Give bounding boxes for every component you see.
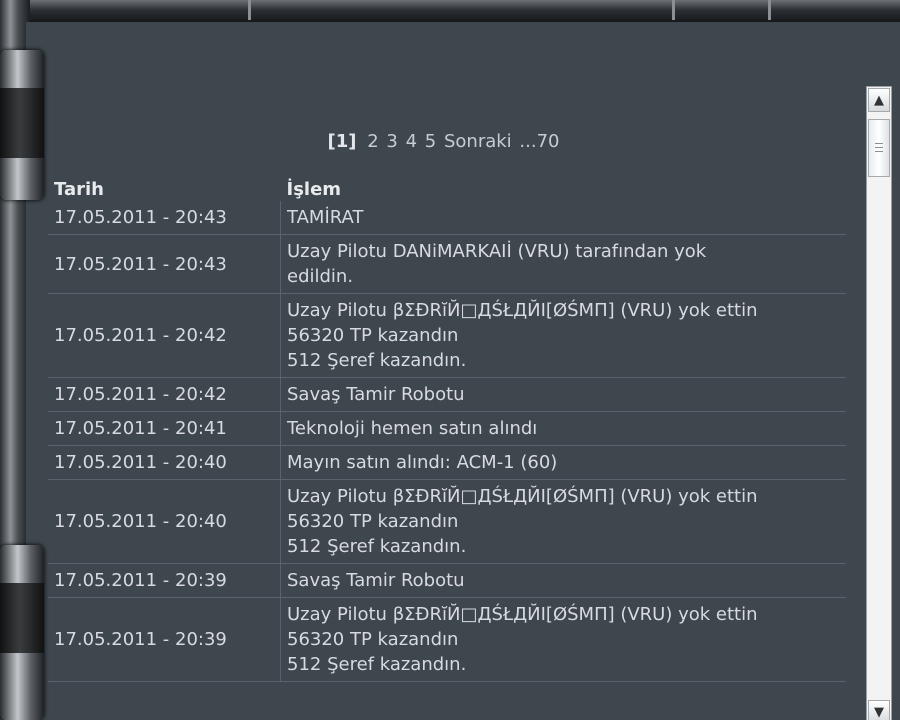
- log-action-line: 56320 TP kazandın: [287, 325, 459, 346]
- table-row: 17.05.2011 - 20:42 Uzay Pilotu βΣÐRĭЙ□ДŚŁ…: [48, 293, 846, 378]
- log-action-line: 512 Şeref kazandın.: [287, 654, 467, 675]
- log-table-body: 17.05.2011 - 20:43 TAMİRAT 17.05.2011 - 20…: [48, 201, 846, 682]
- log-action-line: edildin.: [287, 266, 354, 287]
- log-action-line: 56320 TP kazandın: [287, 511, 459, 532]
- table-row: 17.05.2011 - 20:41 Teknoloji hemen satın …: [48, 411, 846, 446]
- log-action-cell: Uzay Pilotu βΣÐRĭЙ□ДŚŁДЙI[ØŚMΠ] (VRU) yo…: [280, 479, 846, 564]
- frame-notch: [768, 0, 771, 20]
- log-date-cell: 17.05.2011 - 20:43: [48, 234, 281, 294]
- column-header-action: İşlem: [286, 178, 342, 200]
- log-action-line: Mayın satın alındı: ACM-1 (60): [287, 452, 558, 473]
- log-date-cell: 17.05.2011 - 20:41: [48, 411, 281, 446]
- log-table: Tarih İşlem 17.05.2011 - 20:43 TAMİRAT 17.…: [48, 175, 846, 682]
- pagination-page-link[interactable]: 5: [425, 131, 436, 152]
- hinge: [0, 545, 44, 720]
- hinge: [0, 50, 44, 200]
- frame-notch: [672, 0, 675, 20]
- table-row: 17.05.2011 - 20:39 Savaş Tamir Robotu: [48, 563, 846, 598]
- pagination-last-link[interactable]: ...70: [519, 131, 559, 152]
- log-action-cell: Savaş Tamir Robotu: [280, 563, 846, 598]
- log-action-cell: Uzay Pilotu βΣÐRĭЙ□ДŚŁДЙI[ØŚMΠ] (VRU) yo…: [280, 293, 846, 378]
- table-row: 17.05.2011 - 20:39 Uzay Pilotu βΣÐRĭЙ□ДŚŁ…: [48, 597, 846, 682]
- log-panel: [1] 2 3 4 5 Sonraki ...70 Tarih İşlem 17…: [26, 22, 900, 720]
- hinge-band: [0, 88, 44, 158]
- pagination-page-link[interactable]: 4: [406, 131, 417, 152]
- log-date-cell: 17.05.2011 - 20:42: [48, 377, 281, 412]
- log-action-cell: Uzay Pilotu DANiMARKAIİ (VRU) tarafından…: [280, 234, 846, 294]
- log-action-line: 512 Şeref kazandın.: [287, 350, 467, 371]
- log-date-cell: 17.05.2011 - 20:42: [48, 293, 281, 378]
- thumb-grip: [875, 143, 883, 144]
- pagination-page-link[interactable]: 3: [386, 131, 397, 152]
- pagination: [1] 2 3 4 5 Sonraki ...70: [26, 131, 862, 152]
- column-header-date: Tarih: [54, 178, 104, 200]
- log-action-line: Savaş Tamir Robotu: [287, 384, 465, 405]
- scrollbar-thumb[interactable]: [868, 119, 890, 177]
- scroll-up-button[interactable]: ▲: [868, 88, 890, 112]
- frame-notch: [248, 0, 251, 20]
- log-action-cell: Uzay Pilotu βΣÐRĭЙ□ДŚŁДЙI[ØŚMΠ] (VRU) yo…: [280, 597, 846, 682]
- log-action-line: Teknoloji hemen satın alındı: [287, 418, 538, 439]
- table-row: 17.05.2011 - 20:40 Uzay Pilotu βΣÐRĭЙ□ДŚŁ…: [48, 479, 846, 564]
- table-row: 17.05.2011 - 20:42 Savaş Tamir Robotu: [48, 377, 846, 412]
- log-action-line: 56320 TP kazandın: [287, 629, 459, 650]
- log-date-cell: 17.05.2011 - 20:40: [48, 445, 281, 480]
- scroll-down-button[interactable]: ▼: [868, 700, 890, 720]
- log-action-line: Uzay Pilotu DANiMARKAIİ (VRU) tarafından…: [287, 241, 707, 262]
- chevron-down-icon: ▼: [874, 704, 884, 720]
- table-row: 17.05.2011 - 20:43 TAMİRAT: [48, 201, 846, 235]
- log-action-line: TAMİRAT: [287, 207, 364, 228]
- hinge-band: [0, 583, 44, 653]
- log-action-line: Savaş Tamir Robotu: [287, 570, 465, 591]
- pagination-page-link[interactable]: 2: [367, 131, 378, 152]
- log-action-line: 512 Şeref kazandın.: [287, 536, 467, 557]
- log-action-cell: Savaş Tamir Robotu: [280, 377, 846, 412]
- thumb-grip: [875, 147, 883, 148]
- pagination-current-page: [1]: [327, 131, 357, 152]
- chevron-up-icon: ▲: [874, 92, 884, 108]
- log-action-line: Uzay Pilotu βΣÐRĭЙ□ДŚŁДЙI[ØŚMΠ] (VRU) yo…: [287, 604, 758, 625]
- log-action-cell: Teknoloji hemen satın alındı: [280, 411, 846, 446]
- table-header-row: Tarih İşlem: [48, 175, 846, 201]
- table-row: 17.05.2011 - 20:43 Uzay Pilotu DANiMARKAI…: [48, 234, 846, 294]
- log-action-cell: TAMİRAT: [280, 201, 846, 235]
- log-action-line: Uzay Pilotu βΣÐRĭЙ□ДŚŁДЙI[ØŚMΠ] (VRU) yo…: [287, 486, 758, 507]
- log-date-cell: 17.05.2011 - 20:39: [48, 597, 281, 682]
- vertical-scrollbar[interactable]: ▲ ▼: [866, 86, 892, 720]
- log-date-cell: 17.05.2011 - 20:39: [48, 563, 281, 598]
- table-row: 17.05.2011 - 20:40 Mayın satın alındı: AC…: [48, 445, 846, 480]
- pagination-next-link[interactable]: Sonraki: [444, 131, 512, 152]
- log-date-cell: 17.05.2011 - 20:43: [48, 201, 281, 235]
- log-action-cell: Mayın satın alındı: ACM-1 (60): [280, 445, 846, 480]
- log-date-cell: 17.05.2011 - 20:40: [48, 479, 281, 564]
- log-action-line: Uzay Pilotu βΣÐRĭЙ□ДŚŁДЙI[ØŚMΠ] (VRU) yo…: [287, 300, 758, 321]
- thumb-grip: [875, 151, 883, 152]
- window-top-frame: [0, 0, 900, 23]
